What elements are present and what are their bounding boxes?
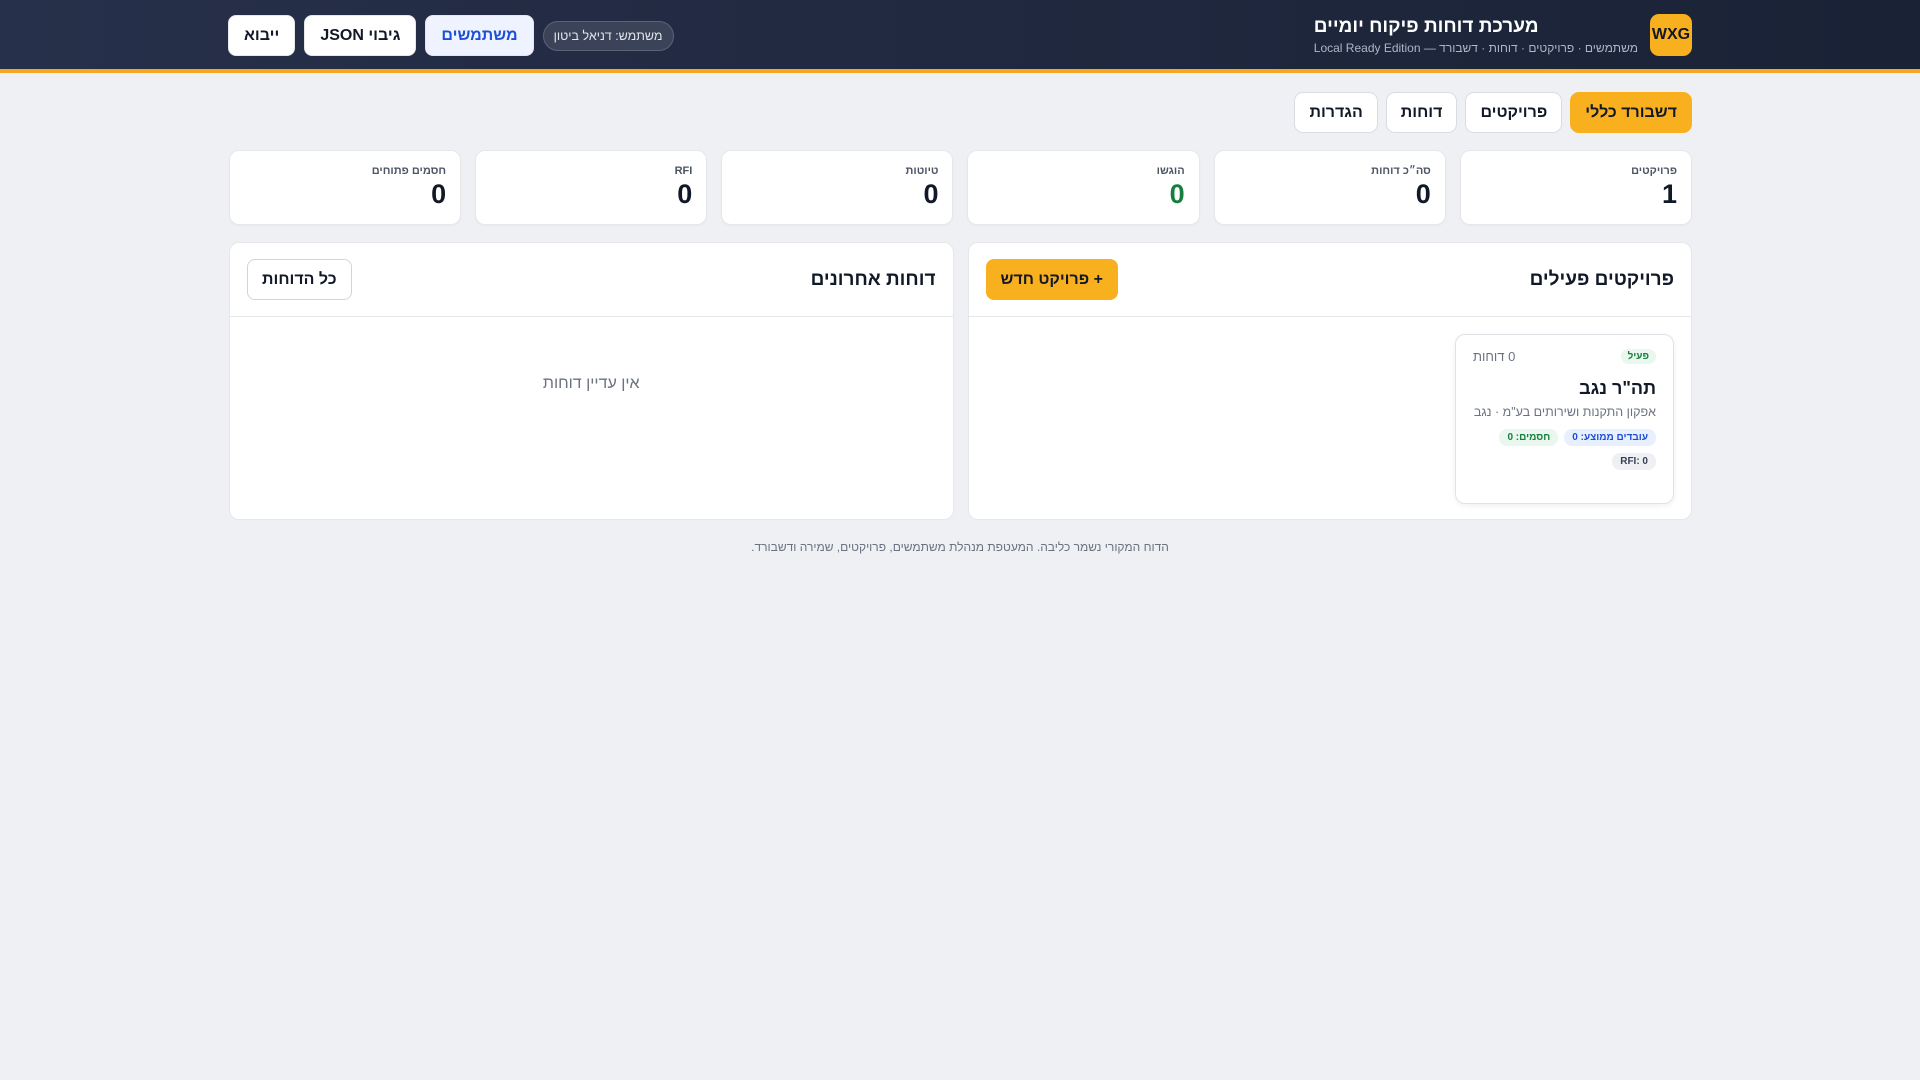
stat-label: RFI [674,165,693,177]
stat-value: 0 [1415,179,1431,209]
panel-header: דוחות אחרונים כל הדוחות [230,243,953,317]
footer-note: הדוח המקורי נשמר כליבה. המעטפת מנהלת משת… [751,540,1169,554]
project-card-top: פעיל 0 דוחות [1473,349,1656,364]
active-projects-panel: פרויקטים פעילים + פרויקט חדש פעיל 0 דוחו… [967,242,1692,520]
tab-projects[interactable]: פרויקטים [1465,92,1563,133]
stat-value: 1 [1661,179,1677,209]
stat-label: חסמים פתוחים [371,165,447,177]
current-user-badge: משתמש: דניאל ביטון [542,20,674,51]
recent-reports-title: דוחות אחרונים [810,268,936,290]
project-chips-row2: RFI: 0 [1473,453,1656,470]
users-button[interactable]: משתמשים [425,15,534,56]
import-button[interactable]: ייבוא [228,15,296,56]
tab-reports[interactable]: דוחות [1385,92,1458,133]
panel-header: פרויקטים פעילים + פרויקט חדש [968,243,1691,317]
stat-card-open-blockers: חסמים פתוחים 0 [228,150,462,225]
stat-card-drafts: טיוטות 0 [721,150,954,225]
stat-value: 0 [677,179,693,209]
panels-row: פרויקטים פעילים + פרויקט חדש פעיל 0 דוחו… [229,242,1692,520]
stat-label: טיוטות [905,165,939,177]
stats-row: פרויקטים 1 סה״כ דוחות 0 הוגשו 0 טיוטות 0… [228,150,1692,225]
stat-card-projects: פרויקטים 1 [1459,150,1692,225]
stat-label: הוגשו [1156,165,1185,177]
stat-value: 0 [431,179,447,209]
active-projects-body: פעיל 0 דוחות תה"ר נגב אפקון התקנות ושירו… [969,317,1692,519]
app-header: WXG מערכת דוחות פיקוח יומיים משתמשים · פ… [0,0,1920,73]
tab-dashboard[interactable]: דשבורד כללי [1570,92,1692,133]
project-chips: עובדים ממוצע: 0 חסמים: 0 [1473,429,1656,446]
recent-reports-body: אין עדיין דוחות [230,317,953,519]
recent-reports-panel: דוחות אחרונים כל הדוחות אין עדיין דוחות [229,242,954,520]
app-subtitle: משתמשים · פרויקטים · דוחות · דשבורד — Lo… [1313,41,1638,55]
stat-label: פרויקטים [1631,165,1677,177]
stat-card-submitted: הוגשו 0 [967,150,1200,225]
stat-label: סה״כ דוחות [1371,165,1431,177]
main-tabs: דשבורד כללי פרויקטים דוחות הגדרות [1294,92,1692,133]
project-name: תה"ר נגב [1579,378,1656,398]
project-card[interactable]: פעיל 0 דוחות תה"ר נגב אפקון התקנות ושירו… [1455,334,1674,504]
workers-chip: עובדים ממוצע: 0 [1564,429,1656,446]
project-description: אפקון התקנות ושירותים בע"מ · נגב [1473,405,1656,419]
brand: WXG מערכת דוחות פיקוח יומיים משתמשים · פ… [1314,14,1692,56]
stat-card-rfi: RFI 0 [475,150,708,225]
stat-value: 0 [923,179,939,209]
brand-text: מערכת דוחות פיקוח יומיים משתמשים · פרויק… [1314,14,1638,56]
backup-json-button[interactable]: גיבוי JSON [304,15,417,56]
rfi-chip: RFI: 0 [1612,453,1656,470]
stat-value: 0 [1169,179,1185,209]
stat-card-total-reports: סה״כ דוחות 0 [1213,150,1446,225]
active-projects-title: פרויקטים פעילים [1529,268,1674,290]
report-count: 0 דוחות [1473,349,1516,364]
app-logo: WXG [1650,14,1692,56]
blockers-chip: חסמים: 0 [1499,429,1559,446]
tab-settings[interactable]: הגדרות [1294,92,1378,133]
new-project-button[interactable]: + פרויקט חדש [985,259,1118,300]
all-reports-button[interactable]: כל הדוחות [247,259,352,300]
app-title: מערכת דוחות פיקוח יומיים [1313,16,1539,37]
empty-state-text: אין עדיין דוחות [542,375,640,392]
status-badge: פעיל [1620,349,1656,364]
header-actions: ייבוא גיבוי JSON משתמשים משתמש: דניאל בי… [228,15,674,56]
